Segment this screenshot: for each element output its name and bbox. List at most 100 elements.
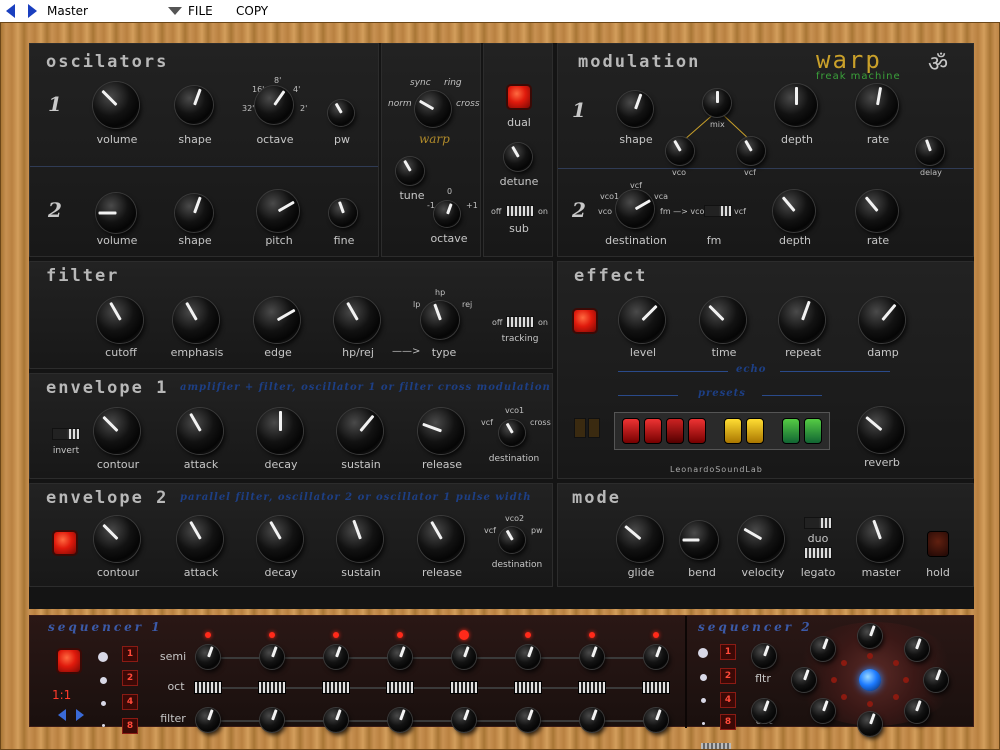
preset-7[interactable] xyxy=(782,418,800,444)
mod2-depth-knob[interactable] xyxy=(773,190,815,232)
step-7-oct-switch[interactable] xyxy=(578,681,606,694)
seq2-step-1-knob[interactable] xyxy=(858,624,882,648)
fx-damp-knob[interactable] xyxy=(859,297,905,343)
preset-1[interactable] xyxy=(622,418,640,444)
step-6-filter-knob[interactable] xyxy=(516,708,540,732)
osc2-pitch-knob[interactable] xyxy=(257,190,299,232)
seq2-center-button[interactable] xyxy=(859,669,881,691)
step-1-semi-knob[interactable] xyxy=(196,645,220,669)
tune-knob[interactable] xyxy=(396,157,424,185)
seq2-num-2[interactable]: 2 xyxy=(720,668,736,684)
effect-button[interactable] xyxy=(574,310,596,332)
seq2-oct-knob[interactable] xyxy=(752,699,776,723)
seq2-step-6-knob[interactable] xyxy=(811,699,836,724)
hprej-knob[interactable] xyxy=(334,297,380,343)
preset-bank-b[interactable] xyxy=(588,418,600,438)
step-7-filter-knob[interactable] xyxy=(580,708,604,732)
sub-switch[interactable] xyxy=(506,205,534,217)
env2-decay-knob[interactable] xyxy=(257,516,303,562)
step-8-filter-knob[interactable] xyxy=(644,708,668,732)
step-3-oct-switch[interactable] xyxy=(322,681,350,694)
preset-6[interactable] xyxy=(746,418,764,444)
env2-sustain-knob[interactable] xyxy=(337,516,383,562)
step-8-oct-switch[interactable] xyxy=(642,681,670,694)
env1-dest-knob[interactable] xyxy=(499,420,525,446)
duo-switch[interactable] xyxy=(804,517,832,529)
step-4-filter-knob[interactable] xyxy=(388,708,412,732)
seq2-step-7-knob[interactable] xyxy=(792,668,816,692)
seq2-step-2-knob[interactable] xyxy=(904,636,929,661)
file-menu[interactable]: FILE xyxy=(168,4,213,18)
preset-4[interactable] xyxy=(688,418,706,444)
env1-sustain-knob[interactable] xyxy=(337,408,383,454)
osc1-volume-knob[interactable] xyxy=(93,82,139,128)
glide-knob[interactable] xyxy=(617,516,663,562)
fx-level-knob[interactable] xyxy=(619,297,665,343)
seq1-prev-icon[interactable] xyxy=(58,709,66,721)
step-5-oct-switch[interactable] xyxy=(450,681,478,694)
seq2-step-3-knob[interactable] xyxy=(924,668,948,692)
step-6-semi-knob[interactable] xyxy=(516,645,540,669)
detune-knob[interactable] xyxy=(504,143,532,171)
step-3-semi-knob[interactable] xyxy=(324,645,348,669)
emphasis-knob[interactable] xyxy=(173,297,219,343)
step-3-filter-knob[interactable] xyxy=(324,708,348,732)
osc1-pw-knob[interactable] xyxy=(328,100,354,126)
step-5-filter-knob[interactable] xyxy=(452,708,476,732)
osc2-fine-knob[interactable] xyxy=(329,199,357,227)
cutoff-knob[interactable] xyxy=(97,297,143,343)
seq2-num-1[interactable]: 1 xyxy=(720,644,736,660)
seq1-num-8[interactable]: 8 xyxy=(122,718,138,734)
legato-switch[interactable] xyxy=(804,547,832,559)
osc2-shape-knob[interactable] xyxy=(175,194,213,232)
seq2-fltr-knob[interactable] xyxy=(752,644,776,668)
seq2-num-8[interactable]: 8 xyxy=(720,714,736,730)
edge-knob[interactable] xyxy=(254,297,300,343)
warp-knob[interactable] xyxy=(415,91,451,127)
step-2-oct-switch[interactable] xyxy=(258,681,286,694)
copy-button[interactable]: COPY xyxy=(236,4,268,18)
env2-dest-knob[interactable] xyxy=(499,527,525,553)
type-knob[interactable] xyxy=(421,301,459,339)
velocity-knob[interactable] xyxy=(738,516,784,562)
mod-vcf-knob[interactable] xyxy=(737,137,765,165)
step-2-semi-knob[interactable] xyxy=(260,645,284,669)
env1-release-knob[interactable] xyxy=(418,408,464,454)
preset-bank-a[interactable] xyxy=(574,418,586,438)
resize-grip[interactable] xyxy=(701,743,731,749)
mod1-depth-knob[interactable] xyxy=(775,84,817,126)
hold-button[interactable] xyxy=(928,532,948,556)
preset-3[interactable] xyxy=(666,418,684,444)
seq1-num-4[interactable]: 4 xyxy=(122,694,138,710)
seq1-num-2[interactable]: 2 xyxy=(122,670,138,686)
warp-octave-knob[interactable] xyxy=(434,201,460,227)
invert-switch[interactable] xyxy=(52,428,80,440)
step-5-semi-knob[interactable] xyxy=(452,645,476,669)
osc1-shape-knob[interactable] xyxy=(175,86,213,124)
step-8-semi-knob[interactable] xyxy=(644,645,668,669)
seq1-next-icon[interactable] xyxy=(76,709,84,721)
step-1-filter-knob[interactable] xyxy=(196,708,220,732)
env2-button[interactable] xyxy=(54,532,76,554)
step-4-oct-switch[interactable] xyxy=(386,681,414,694)
bend-knob[interactable] xyxy=(680,521,718,559)
env2-attack-knob[interactable] xyxy=(177,516,223,562)
step-1-oct-switch[interactable] xyxy=(194,681,222,694)
seq2-step-4-knob[interactable] xyxy=(904,699,929,724)
reverb-knob[interactable] xyxy=(858,407,904,453)
preset-8[interactable] xyxy=(804,418,822,444)
forward-arrow-icon[interactable] xyxy=(28,4,37,18)
step-4-semi-knob[interactable] xyxy=(388,645,412,669)
mod1-shape-knob[interactable] xyxy=(617,91,653,127)
env1-contour-knob[interactable] xyxy=(94,408,140,454)
step-7-semi-knob[interactable] xyxy=(580,645,604,669)
mix-knob[interactable] xyxy=(703,89,731,117)
seq1-num-1[interactable]: 1 xyxy=(122,646,138,662)
mod2-rate-knob[interactable] xyxy=(856,190,898,232)
seq2-step-5-knob[interactable] xyxy=(858,712,882,736)
dual-button[interactable] xyxy=(508,86,530,108)
env2-release-knob[interactable] xyxy=(418,516,464,562)
mod1-rate-knob[interactable] xyxy=(856,84,898,126)
mod-vco-knob[interactable] xyxy=(666,137,694,165)
tracking-switch[interactable] xyxy=(506,316,534,328)
